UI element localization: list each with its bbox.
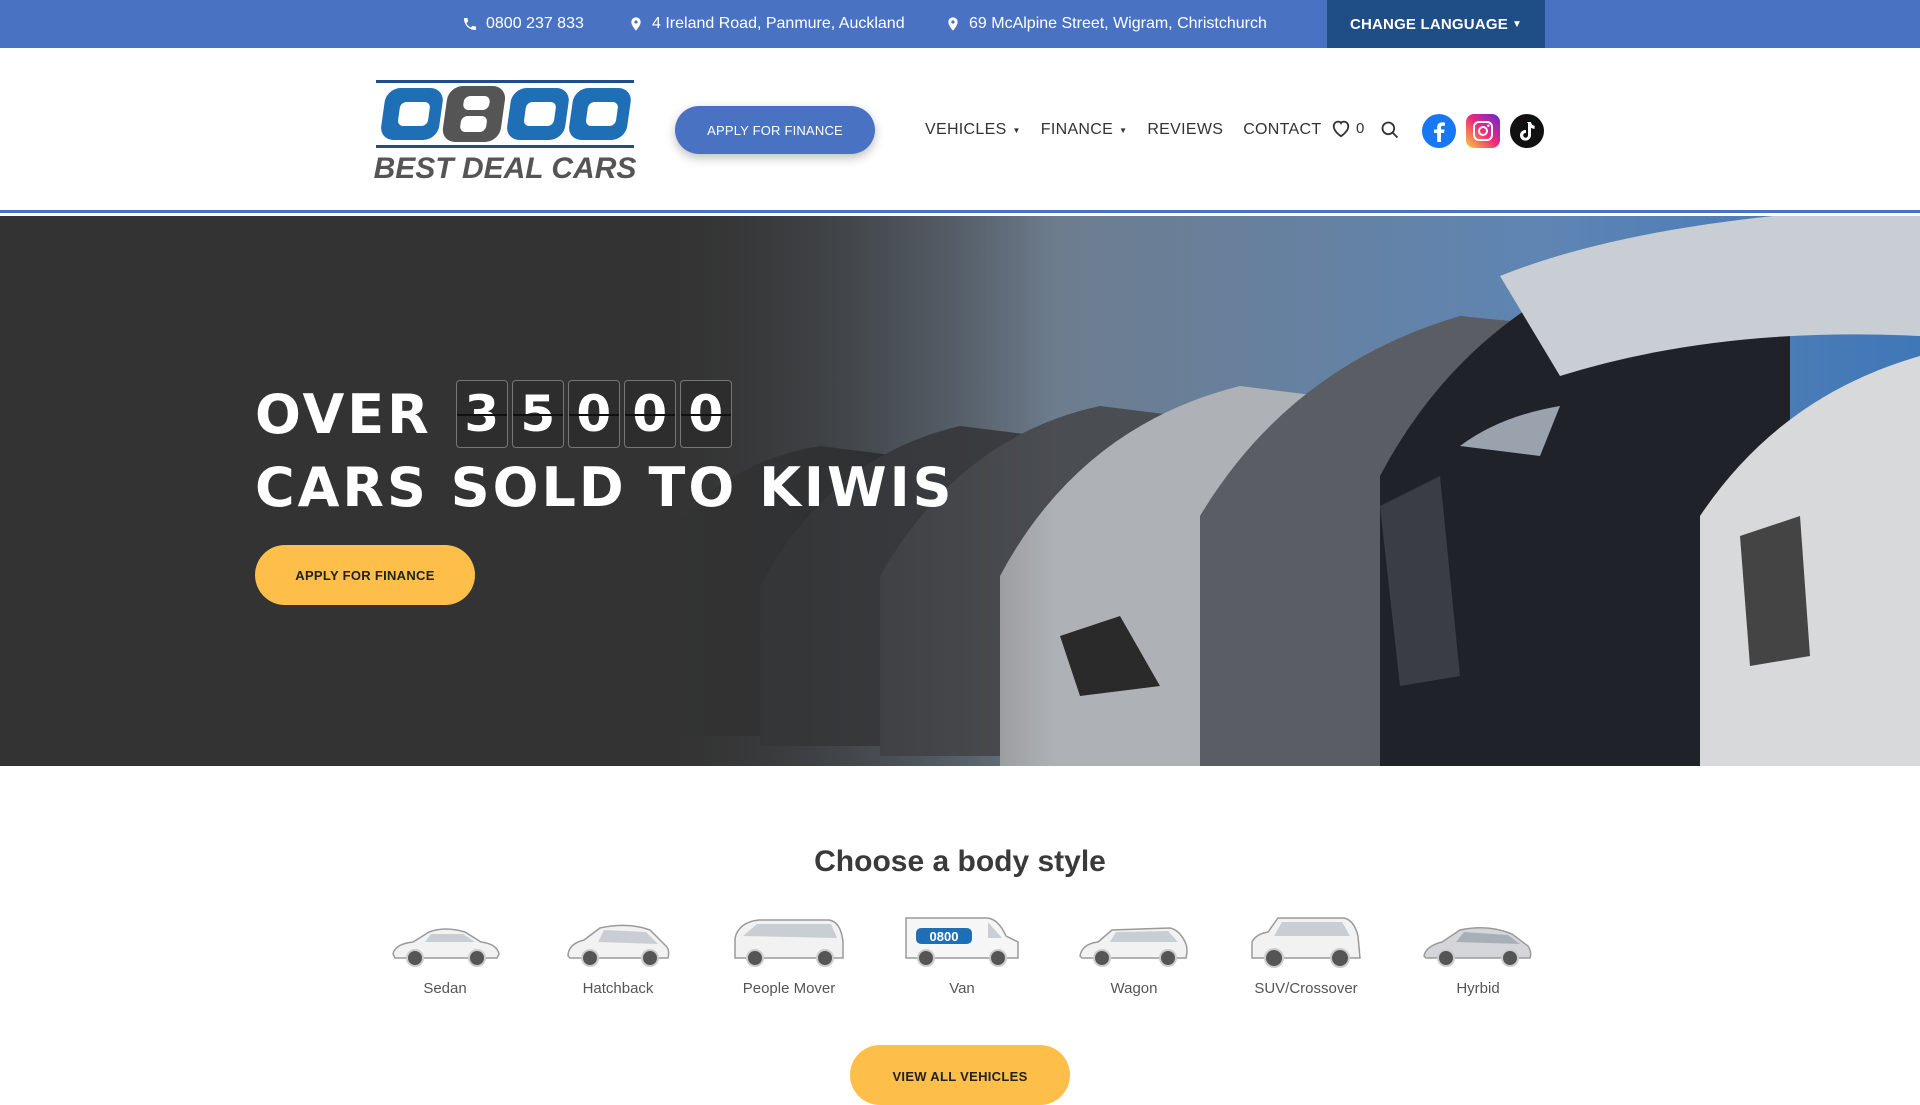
- site-logo[interactable]: BEST DEAL CARS: [374, 78, 636, 185]
- people-mover-icon: [734, 919, 844, 967]
- body-style-hatchback[interactable]: Hatchback: [548, 912, 688, 1012]
- nav-finance[interactable]: FINANCE ▼: [1041, 121, 1128, 139]
- counter-digit: 0: [679, 380, 732, 448]
- tiktok-glyph: [1520, 122, 1535, 141]
- hatchback-car-icon: [567, 924, 670, 967]
- caret-down-icon: ▼: [1119, 125, 1128, 135]
- sedan-car-icon: [392, 928, 500, 967]
- hybrid-car-icon: [1423, 927, 1532, 967]
- body-style-label: Wagon: [1110, 980, 1158, 997]
- instagram-glyph: [1473, 121, 1493, 141]
- nav-contact[interactable]: CONTACT: [1243, 121, 1321, 139]
- nav-reviews-label: REVIEWS: [1147, 121, 1224, 138]
- body-style-van[interactable]: 0800 Van: [892, 912, 1032, 1012]
- suv-car-icon: [1251, 917, 1361, 968]
- location-pin-icon: [948, 17, 958, 31]
- phone-icon: [464, 18, 476, 30]
- cars-sold-counter: 3 5 0 0 0: [455, 380, 732, 448]
- header-apply-finance-button[interactable]: APPLY FOR FINANCE: [675, 106, 875, 154]
- address-christchurch-text: 69 McAlpine Street, Wigram, Christchurch: [969, 15, 1267, 32]
- nav-vehicles-label: VEHICLES: [925, 121, 1007, 138]
- hero-over-text: OVER: [255, 382, 432, 446]
- body-style-wagon[interactable]: Wagon: [1064, 912, 1204, 1012]
- van-logo-text: 0800: [930, 929, 959, 944]
- phone-link[interactable]: 0800 237 833: [462, 0, 584, 48]
- counter-digit: 5: [511, 380, 564, 448]
- top-bar: 0800 237 833 4 Ireland Road, Panmure, Au…: [0, 0, 1920, 48]
- body-style-people-mover[interactable]: People Mover: [719, 912, 859, 1012]
- body-style-label: Hyrbid: [1456, 980, 1500, 997]
- nav-finance-label: FINANCE: [1040, 121, 1114, 138]
- body-style-sedan[interactable]: Sedan: [375, 912, 515, 1012]
- change-language-button[interactable]: CHANGE LANGUAGE ▼: [1327, 0, 1545, 48]
- nav-vehicles[interactable]: VEHICLES ▼: [925, 121, 1021, 139]
- tiktok-icon[interactable]: [1510, 114, 1544, 148]
- body-style-label: People Mover: [742, 980, 836, 997]
- wishlist-button[interactable]: 0: [1330, 118, 1364, 138]
- logo-text: BEST DEAL CARS: [374, 152, 636, 184]
- location-pin-icon: [631, 17, 641, 31]
- hero-headline-line2: CARS SOLD TO KIWIS: [255, 456, 955, 519]
- body-style-suv-crossover[interactable]: SUV/Crossover: [1236, 912, 1376, 1012]
- wishlist-count: 0: [1356, 119, 1365, 137]
- chevron-down-icon: ▼: [1511, 18, 1523, 30]
- nav-reviews[interactable]: REVIEWS: [1147, 121, 1223, 139]
- wagon-car-icon: [1079, 927, 1188, 967]
- hero-apply-finance-button[interactable]: APPLY FOR FINANCE: [255, 545, 475, 605]
- body-style-label: SUV/Crossover: [1254, 980, 1358, 997]
- nav-contact-label: CONTACT: [1243, 121, 1322, 138]
- instagram-icon[interactable]: [1466, 114, 1500, 148]
- hero-banner: OVER 3 5 0 0 0 CARS SOLD TO KIWIS APPLY …: [0, 216, 1920, 766]
- counter-digit: 0: [623, 380, 676, 448]
- body-style-label: Van: [949, 980, 975, 997]
- body-style-heading: Choose a body style: [814, 845, 1106, 878]
- site-header: BEST DEAL CARS APPLY FOR FINANCE VEHICLE…: [0, 48, 1920, 213]
- address-auckland[interactable]: 4 Ireland Road, Panmure, Auckland: [628, 0, 905, 48]
- heart-icon: [1332, 120, 1350, 138]
- van-icon: 0800: [905, 917, 1019, 967]
- facebook-glyph: [1434, 122, 1445, 142]
- address-auckland-text: 4 Ireland Road, Panmure, Auckland: [652, 15, 905, 32]
- body-style-hybrid[interactable]: Hyrbid: [1408, 912, 1548, 1012]
- facebook-icon[interactable]: [1422, 114, 1456, 148]
- logo-graphic: BEST DEAL CARS: [374, 80, 636, 185]
- change-language-label: CHANGE LANGUAGE: [1349, 15, 1508, 33]
- hero-headline-line1: OVER 3 5 0 0 0: [255, 380, 732, 448]
- view-all-vehicles-button[interactable]: VIEW ALL VEHICLES: [850, 1045, 1070, 1105]
- main-nav: VEHICLES ▼ FINANCE ▼ REVIEWS CONTACT: [925, 106, 1341, 154]
- counter-digit: 3: [455, 380, 508, 448]
- counter-digit: 0: [567, 380, 620, 448]
- search-icon[interactable]: [1380, 120, 1400, 140]
- address-christchurch[interactable]: 69 McAlpine Street, Wigram, Christchurch: [945, 0, 1267, 48]
- body-style-label: Sedan: [423, 980, 467, 997]
- caret-down-icon: ▼: [1012, 125, 1021, 135]
- body-style-label: Hatchback: [582, 980, 654, 997]
- phone-number: 0800 237 833: [486, 15, 584, 32]
